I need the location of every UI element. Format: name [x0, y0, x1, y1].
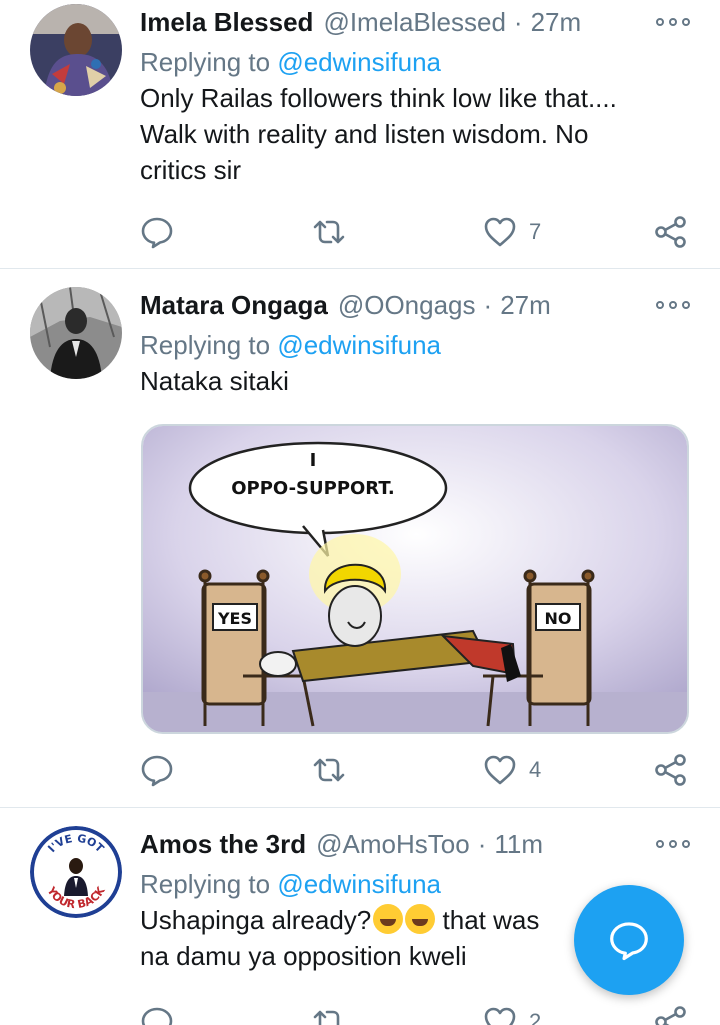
display-name[interactable]: Imela Blessed: [140, 7, 313, 38]
like-button[interactable]: 4: [483, 750, 541, 790]
separator-dot: ·: [477, 828, 487, 859]
tweet-actions: 2: [140, 1002, 700, 1025]
replying-prefix: Replying to: [140, 47, 271, 77]
tweet-text-part: that was: [435, 905, 540, 935]
retweet-button[interactable]: [312, 750, 346, 790]
tweet-text-line: Walk with reality and listen wisdom. No: [140, 119, 589, 149]
reply-icon: [141, 1007, 173, 1025]
tweet-text-line: Only Railas followers think low like tha…: [140, 83, 617, 113]
display-name[interactable]: Matara Ongaga: [140, 290, 328, 321]
replying-to: Replying to @edwinsifuna: [140, 44, 700, 80]
more-icon[interactable]: [656, 12, 690, 32]
cartoon-illustration: I OPPO-SUPPORT. YES NO: [143, 426, 687, 732]
user-handle[interactable]: @AmoHsToo: [316, 829, 470, 860]
share-button[interactable]: [654, 750, 688, 790]
share-button[interactable]: [654, 212, 688, 252]
tweet-text: Nataka sitaki: [140, 363, 700, 399]
like-button[interactable]: 7: [483, 212, 541, 252]
like-icon: [484, 755, 516, 785]
reply-button[interactable]: [140, 750, 174, 790]
like-count: 2: [529, 1009, 542, 1025]
tweet-actions: 4: [140, 750, 700, 790]
timestamp[interactable]: 11m: [494, 829, 543, 860]
separator-dot: ·: [483, 289, 493, 320]
like-count: 4: [529, 757, 542, 782]
retweet-icon: [313, 1010, 340, 1025]
retweet-button[interactable]: [312, 1002, 346, 1025]
chair-sign-no: NO: [545, 609, 572, 628]
replying-mention-link[interactable]: @edwinsifuna: [277, 47, 441, 77]
reply-icon: [141, 755, 173, 787]
speech-line-2: OPPO-SUPPORT.: [231, 478, 395, 499]
like-icon: [484, 1007, 516, 1025]
reply-button[interactable]: [140, 212, 174, 252]
retweet-button[interactable]: [312, 212, 346, 252]
rofl-emoji-icon: [373, 904, 404, 934]
tweet-text-line: Nataka sitaki: [140, 366, 289, 396]
display-name[interactable]: Amos the 3rd: [140, 829, 306, 860]
avatar[interactable]: [30, 287, 122, 379]
avatar[interactable]: I'VE GOT YOUR BACK: [30, 826, 122, 918]
user-handle[interactable]: @OOngags: [338, 290, 476, 321]
share-icon: [655, 754, 686, 786]
share-button[interactable]: [654, 1002, 688, 1025]
like-icon: [484, 217, 516, 247]
more-icon[interactable]: [656, 295, 690, 315]
reply-button[interactable]: [140, 1002, 174, 1025]
timestamp[interactable]: 27m: [531, 7, 582, 38]
compose-reply-button[interactable]: [574, 885, 684, 995]
tweet-text: Only Railas followers think low like tha…: [140, 80, 700, 188]
replying-prefix: Replying to: [140, 869, 271, 899]
timestamp[interactable]: 27m: [500, 290, 551, 321]
user-handle[interactable]: @ImelaBlessed: [323, 7, 505, 38]
share-icon: [655, 1006, 686, 1025]
tweet-2[interactable]: Matara Ongaga @OOngags · 27m Replying to…: [0, 269, 720, 807]
tweet-media-image[interactable]: I OPPO-SUPPORT. YES NO: [141, 424, 689, 734]
tweet-1[interactable]: Imela Blessed @ImelaBlessed · 27m Replyi…: [0, 0, 720, 268]
replying-mention-link[interactable]: @edwinsifuna: [277, 330, 441, 360]
compose-reply-icon: [610, 922, 648, 961]
avatar[interactable]: [30, 4, 122, 96]
separator-dot: ·: [513, 6, 523, 37]
tweet-actions: 7: [140, 212, 700, 252]
tweet-text-part: Ushapinga already?: [140, 905, 372, 935]
retweet-icon: [313, 220, 345, 244]
replying-mention-link[interactable]: @edwinsifuna: [277, 869, 441, 899]
like-count: 7: [529, 219, 542, 244]
replying-to: Replying to @edwinsifuna: [140, 327, 700, 363]
share-icon: [655, 216, 686, 248]
reply-icon: [141, 217, 173, 249]
tweet-text-line: critics sir: [140, 155, 242, 185]
like-button[interactable]: 2: [483, 1002, 541, 1025]
rofl-emoji-icon: [405, 904, 436, 934]
more-icon[interactable]: [656, 834, 690, 854]
replying-prefix: Replying to: [140, 330, 271, 360]
chair-sign-yes: YES: [217, 609, 252, 628]
retweet-icon: [313, 758, 345, 782]
speech-line-1: I: [310, 450, 317, 471]
